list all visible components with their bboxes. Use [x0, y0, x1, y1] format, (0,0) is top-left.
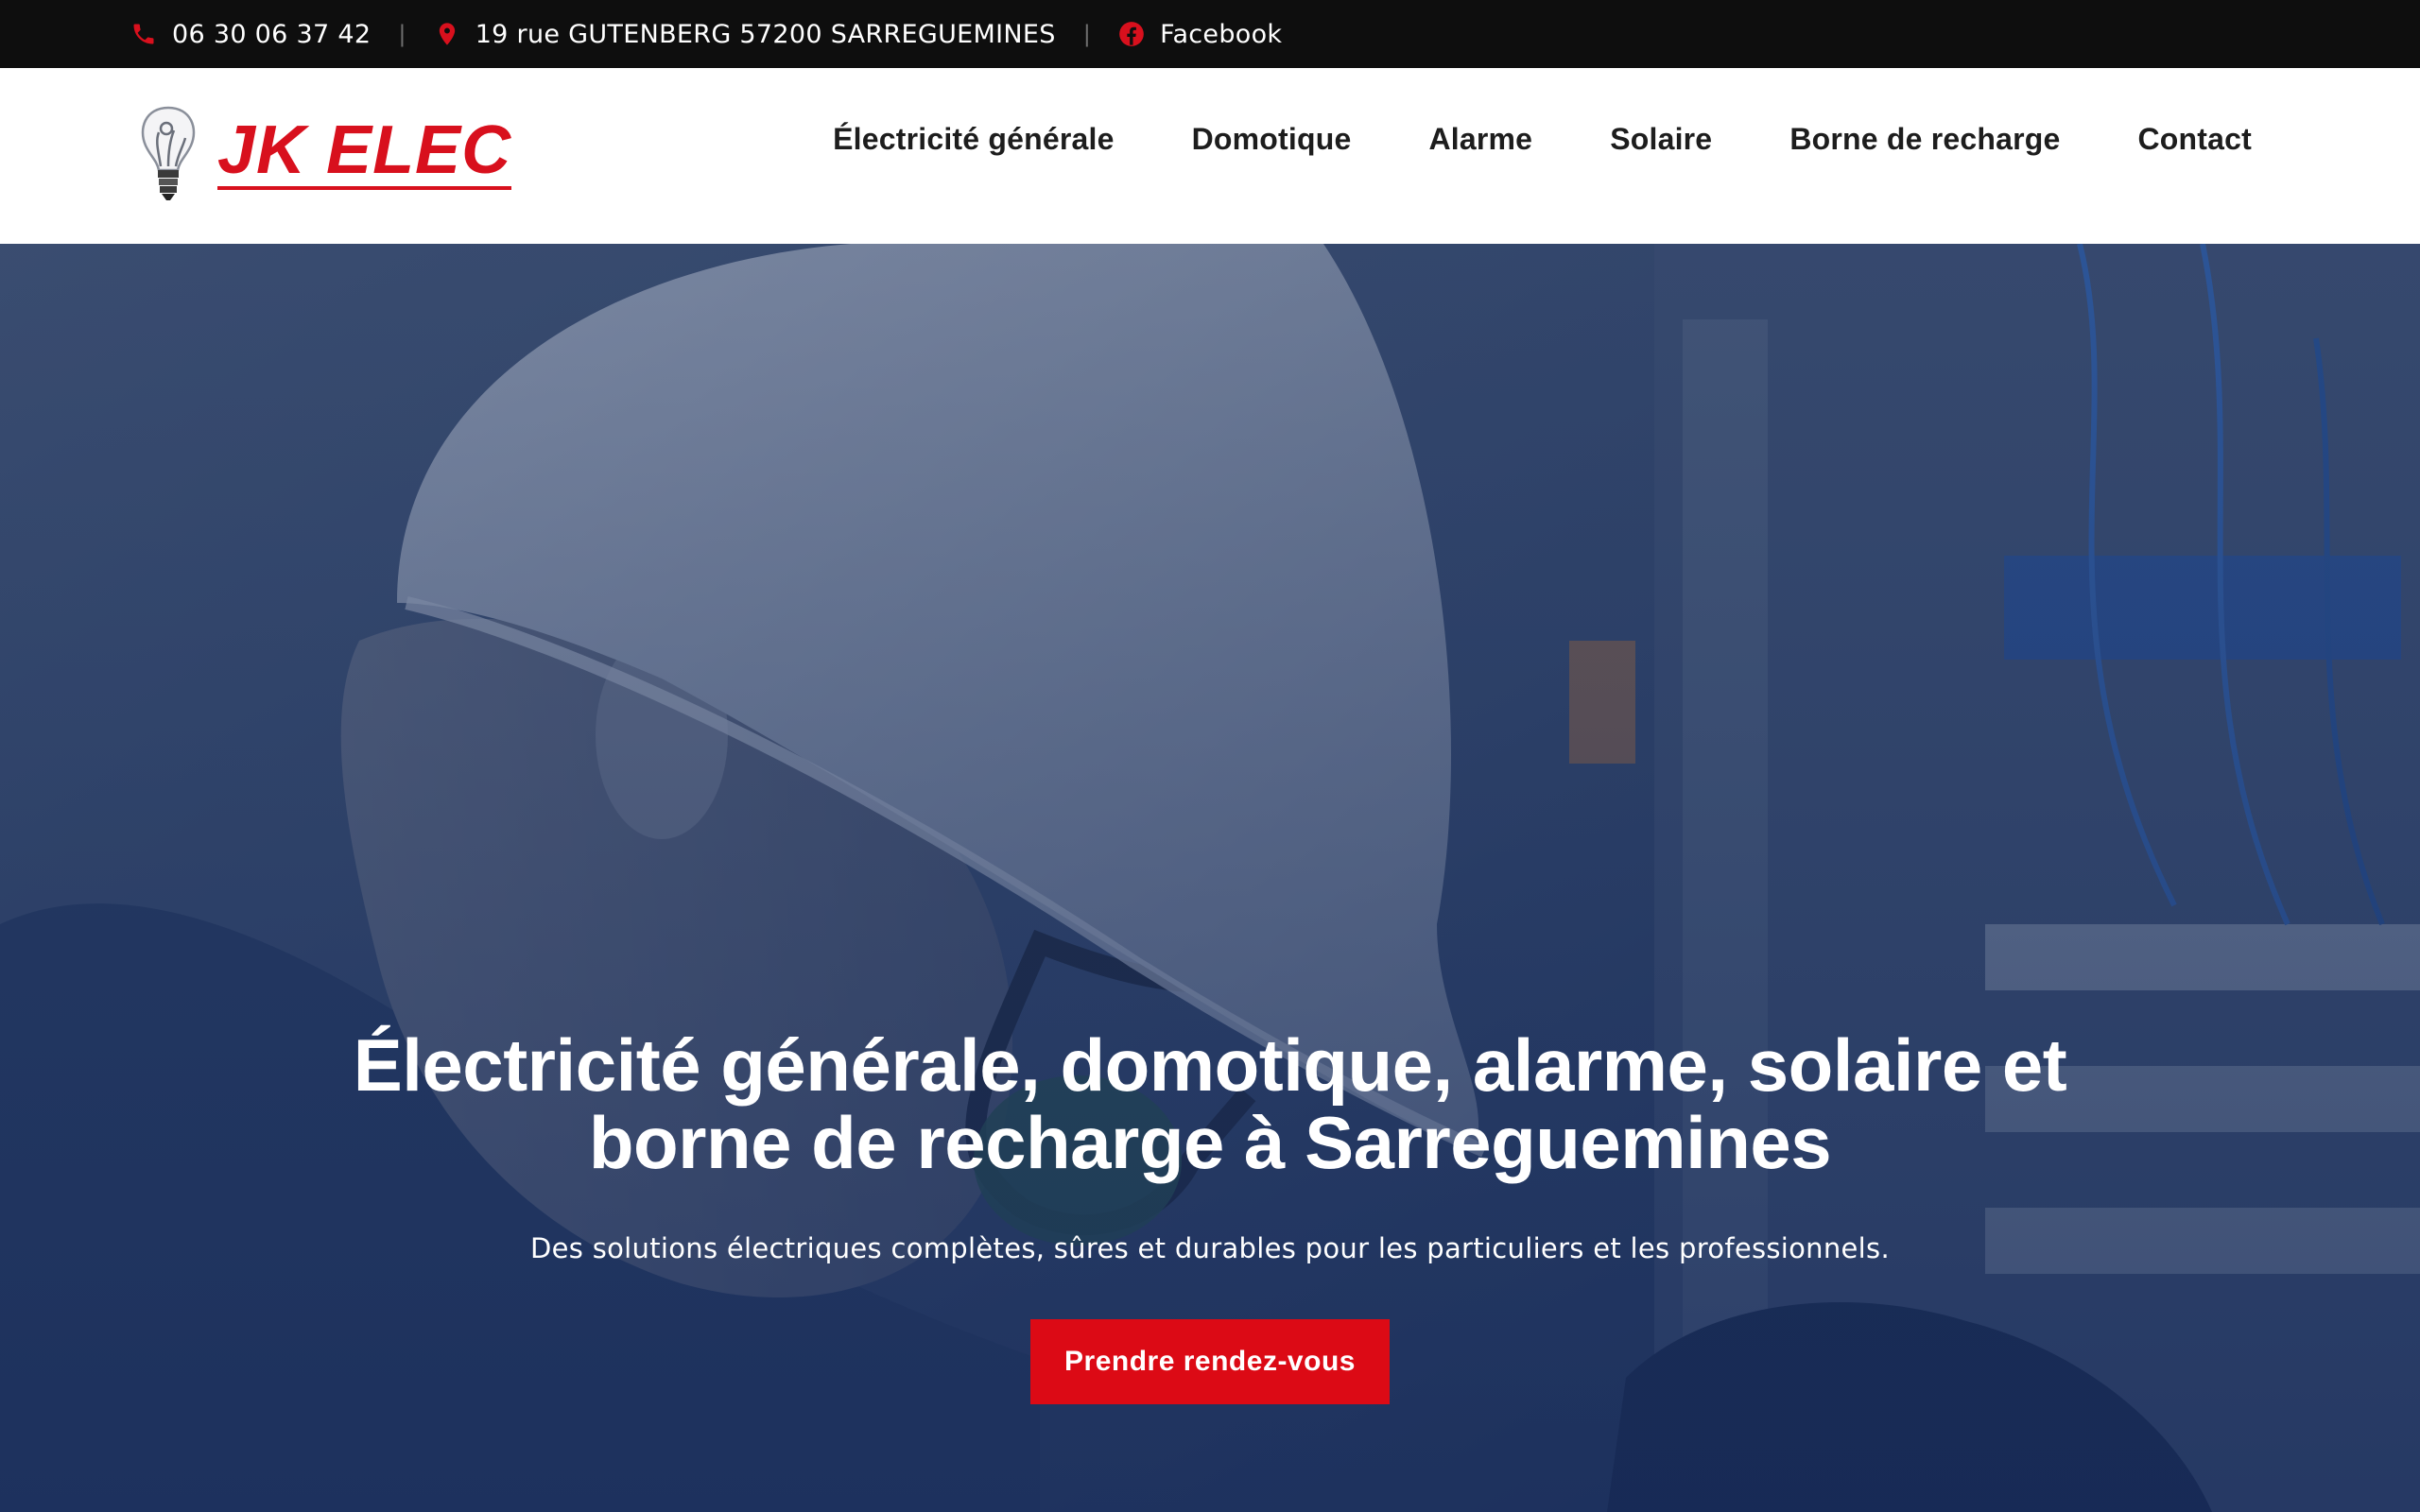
address-link[interactable]: 19 rue GUTENBERG 57200 SARREGUEMINES	[434, 20, 1056, 49]
hero-title-line-1: Électricité générale, domotique, alarme,…	[353, 1023, 2067, 1107]
facebook-label: Facebook	[1160, 19, 1283, 49]
nav-item-borne-de-recharge[interactable]: Borne de recharge	[1789, 122, 2060, 157]
nav-item-domotique[interactable]: Domotique	[1192, 122, 1352, 157]
logo-link[interactable]: JK ELEC	[132, 100, 512, 206]
lightbulb-hand-logo-icon	[141, 106, 196, 200]
address-text: 19 rue GUTENBERG 57200 SARREGUEMINES	[475, 19, 1056, 49]
hero-content: Électricité générale, domotique, alarme,…	[0, 244, 2420, 1512]
phone-icon	[133, 24, 154, 44]
top-contact-bar: 06 30 06 37 42 | 19 rue GUTENBERG 57200 …	[0, 0, 2420, 68]
hero-section: Électricité générale, domotique, alarme,…	[0, 244, 2420, 1512]
hero-title: Électricité générale, domotique, alarme,…	[321, 1026, 2099, 1181]
nav-item-contact[interactable]: Contact	[2137, 122, 2252, 157]
hero-subtitle: Des solutions électriques complètes, sûr…	[530, 1232, 1890, 1264]
separator: |	[1082, 21, 1092, 47]
logo-text: JK ELEC	[217, 112, 512, 190]
separator: |	[398, 21, 406, 47]
facebook-link[interactable]: Facebook	[1118, 20, 1282, 49]
main-navigation: Électricité générale Domotique Alarme So…	[833, 68, 2252, 210]
nav-item-alarme[interactable]: Alarme	[1428, 122, 1532, 157]
phone-number: 06 30 06 37 42	[172, 19, 372, 49]
site-header: JK ELEC Électricité générale Domotique A…	[0, 68, 2420, 244]
facebook-icon	[1119, 22, 1144, 46]
hero-title-line-2: borne de recharge à Sarreguemines	[588, 1101, 1832, 1184]
nav-item-solaire[interactable]: Solaire	[1610, 122, 1712, 157]
phone-link[interactable]: 06 30 06 37 42	[130, 20, 371, 49]
map-pin-icon	[439, 23, 455, 45]
nav-item-electricite-generale[interactable]: Électricité générale	[833, 122, 1114, 157]
appointment-button[interactable]: Prendre rendez-vous	[1030, 1319, 1390, 1404]
